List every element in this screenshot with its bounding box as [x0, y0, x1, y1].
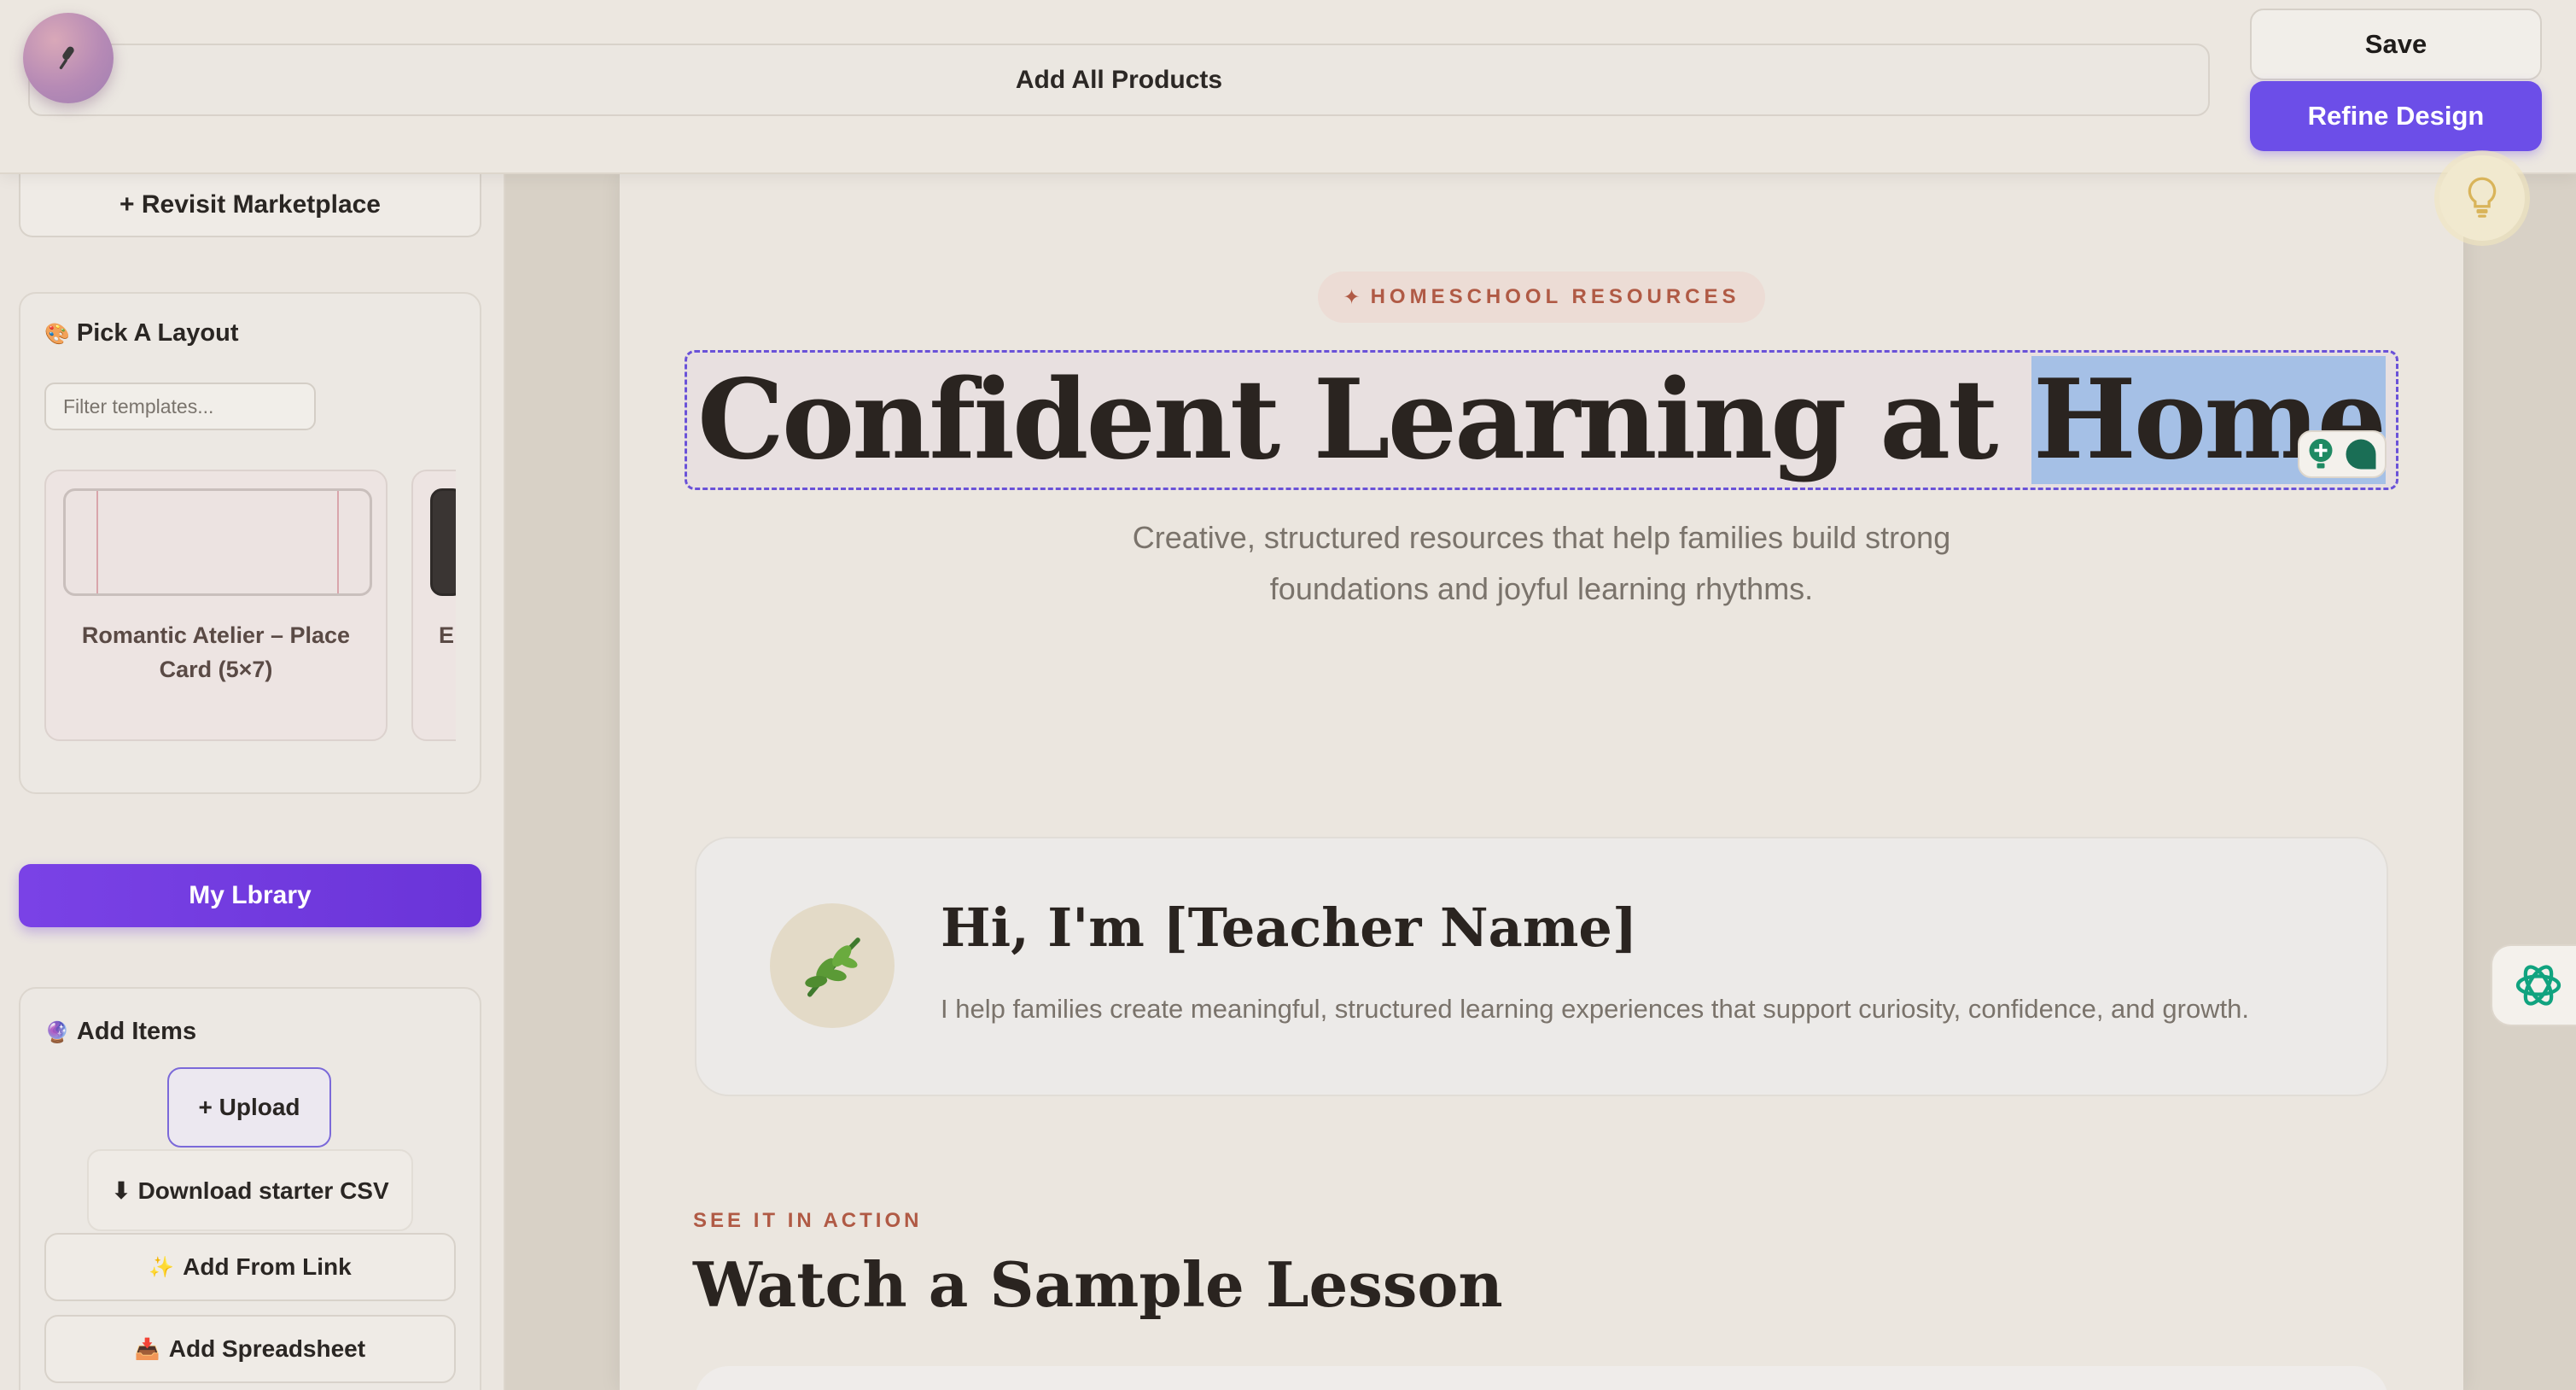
teacher-intro-card: [695, 837, 2388, 1096]
sparkle-icon: ✦: [1343, 285, 1361, 309]
section-eyebrow[interactable]: SEE IT IN ACTION: [693, 1209, 922, 1233]
lightbulb-icon: [2468, 177, 2497, 218]
microphone-button[interactable]: [23, 13, 114, 103]
suggestions-button[interactable]: [2439, 155, 2525, 241]
inbox-tray-icon: 📥: [134, 1337, 160, 1361]
upload-button[interactable]: + Upload: [167, 1067, 331, 1148]
palette-icon: 🎨: [44, 321, 70, 346]
eyebrow-pill[interactable]: ✦ HOMESCHOOL RESOURCES: [1318, 272, 1765, 323]
video-card: [695, 1366, 2388, 1390]
avatar: [770, 903, 895, 1028]
add-all-products-button[interactable]: Add All Products: [28, 44, 2210, 116]
idea-plus-icon[interactable]: [2305, 437, 2336, 471]
revisit-marketplace-button[interactable]: + Revisit Marketplace: [19, 174, 481, 237]
teacher-name-heading[interactable]: Hi, I'm [Teacher Name]: [941, 896, 1637, 959]
hero-title[interactable]: Confident Learning at Home: [685, 350, 2398, 490]
sample-lesson-heading[interactable]: Watch a Sample Lesson: [693, 1248, 1503, 1321]
microphone-icon: [59, 46, 74, 70]
top-toolbar: Add All Products Save Refine Design: [0, 0, 2576, 174]
template-name: E… –: [439, 622, 456, 648]
save-button[interactable]: Save: [2250, 9, 2542, 80]
template-name: Romantic Atelier – Place Card (5×7): [81, 622, 351, 682]
template-card[interactable]: Romantic Atelier – Place Card (5×7): [44, 470, 388, 741]
download-starter-csv-button[interactable]: ⬇ Download starter CSV: [87, 1149, 413, 1231]
template-card[interactable]: E… –: [411, 470, 456, 741]
template-thumbnail: [63, 488, 372, 596]
inline-edit-tools[interactable]: [2298, 430, 2387, 478]
ai-assistant-icon: [2515, 965, 2561, 1006]
template-thumbnail: [430, 488, 456, 596]
comment-icon[interactable]: [2343, 436, 2379, 472]
sparkles-icon: ✨: [149, 1255, 175, 1279]
pick-layout-title: 🎨 Pick A Layout: [44, 319, 239, 347]
teacher-description[interactable]: I help families create meaningful, struc…: [941, 994, 2249, 1025]
ai-assistant-button[interactable]: [2491, 944, 2576, 1026]
hero-subtitle: Creative, structured resources that help…: [1132, 520, 1951, 606]
left-sidebar: + Revisit Marketplace 🎨 Pick A Layout Ro…: [0, 174, 505, 1390]
refine-design-button[interactable]: Refine Design: [2250, 81, 2542, 151]
herb-leaf-icon: [805, 937, 860, 997]
filter-templates-input[interactable]: [44, 383, 316, 430]
crystal-ball-icon: 🔮: [44, 1019, 70, 1044]
add-spreadsheet-button[interactable]: 📥 Add Spreadsheet: [44, 1315, 456, 1383]
template-carousel[interactable]: Romantic Atelier – Place Card (5×7) E… –: [44, 470, 456, 745]
add-from-link-button[interactable]: ✨ Add From Link: [44, 1233, 456, 1301]
my-library-button[interactable]: My Lbrary: [19, 864, 481, 927]
add-items-title: 🔮 Add Items: [44, 1018, 197, 1045]
